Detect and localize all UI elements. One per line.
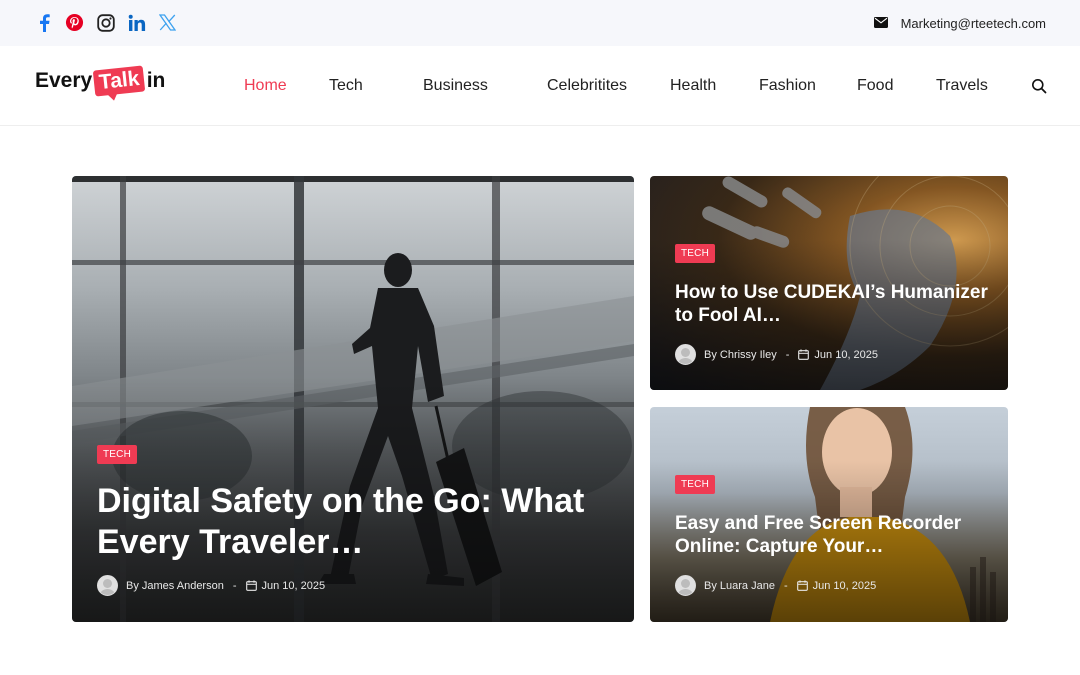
top-bar: Marketing@rteetech.com — [0, 0, 1080, 46]
site-logo[interactable]: Every Talk in — [35, 65, 166, 97]
facebook-icon[interactable] — [34, 13, 53, 32]
linkedin-icon[interactable] — [127, 13, 146, 32]
article-card[interactable]: TECH Easy and Free Screen Recorder Onlin… — [650, 407, 1008, 622]
envelope-icon — [873, 16, 888, 31]
nav-item-tech[interactable]: Tech — [329, 77, 363, 95]
calendar-icon — [245, 580, 257, 591]
avatar — [675, 344, 696, 365]
nav-item-celebritites[interactable]: Celebritites — [547, 77, 627, 95]
article-title[interactable]: Easy and Free Screen Recorder Online: Ca… — [675, 512, 995, 558]
category-tag[interactable]: TECH — [97, 445, 138, 464]
site-header: Every Talk in Home Tech Business Celebri… — [0, 46, 1080, 126]
article-card[interactable]: TECH How to Use CUDEKAI’s Humanizer to F… — [650, 176, 1008, 390]
publish-date: Jun 10, 2025 — [812, 579, 877, 592]
logo-word-in: in — [146, 69, 166, 92]
category-tag[interactable]: TECH — [675, 244, 716, 263]
logo-word-every: Every — [35, 69, 93, 92]
category-tag[interactable]: TECH — [675, 475, 716, 494]
nav-item-business[interactable]: Business — [423, 77, 488, 95]
avatar — [675, 575, 696, 596]
nav-item-home[interactable]: Home — [244, 77, 287, 95]
nav-item-health[interactable]: Health — [670, 77, 716, 95]
search-icon[interactable] — [1031, 78, 1049, 96]
article-meta: By James Anderson - Jun 10, 2025 — [97, 575, 325, 596]
contact-email[interactable]: Marketing@rteetech.com — [873, 16, 1046, 31]
publish-date: Jun 10, 2025 — [261, 579, 326, 592]
nav-item-food[interactable]: Food — [857, 77, 893, 95]
publish-date: Jun 10, 2025 — [814, 348, 879, 361]
featured-article-card[interactable]: TECH Digital Safety on the Go: What Ever… — [72, 176, 634, 622]
avatar — [97, 575, 118, 596]
article-title[interactable]: How to Use CUDEKAI’s Humanizer to Fool A… — [675, 281, 995, 327]
article-title[interactable]: Digital Safety on the Go: What Every Tra… — [97, 481, 597, 564]
pinterest-icon[interactable] — [65, 13, 84, 32]
author-name[interactable]: By Chrissy Iley — [704, 349, 777, 361]
calendar-icon — [796, 580, 808, 591]
author-name[interactable]: By James Anderson — [126, 580, 224, 592]
logo-word-talk: Talk — [92, 65, 146, 97]
email-text: Marketing@rteetech.com — [900, 16, 1046, 31]
social-links — [34, 13, 177, 32]
article-meta: By Luara Jane - Jun 10, 2025 — [675, 575, 876, 596]
instagram-icon[interactable] — [96, 13, 115, 32]
article-meta: By Chrissy Iley - Jun 10, 2025 — [675, 344, 878, 365]
calendar-icon — [798, 349, 810, 360]
x-twitter-icon[interactable] — [158, 13, 177, 32]
nav-item-travels[interactable]: Travels — [936, 77, 988, 95]
nav-item-fashion[interactable]: Fashion — [759, 77, 816, 95]
author-name[interactable]: By Luara Jane — [704, 580, 775, 592]
